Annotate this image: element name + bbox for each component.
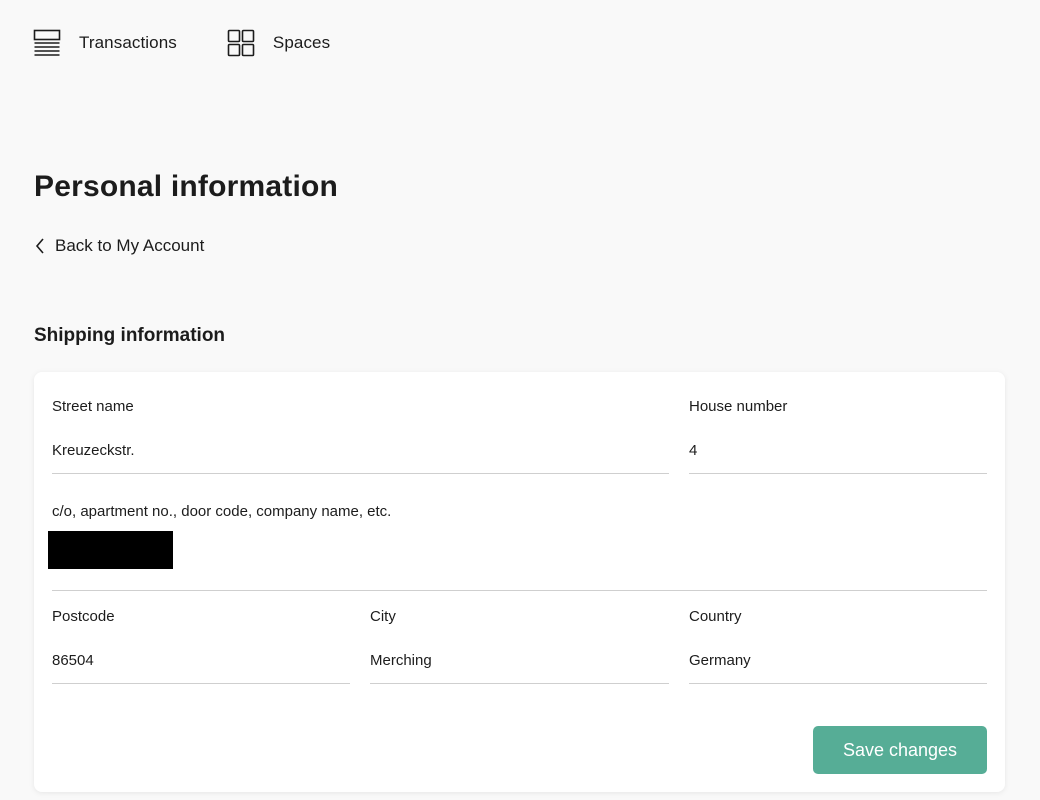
nav-item-transactions[interactable]: Transactions: [32, 27, 177, 59]
postcode-input[interactable]: [52, 652, 350, 684]
page-title: Personal information: [34, 170, 339, 203]
city-field: City: [370, 608, 669, 684]
city-input[interactable]: [370, 652, 669, 684]
address-extra-input[interactable]: [52, 561, 987, 591]
postcode-field: Postcode: [52, 608, 350, 684]
list-icon: [32, 27, 62, 59]
back-link-label: Back to My Account: [55, 236, 205, 255]
country-label: Country: [689, 608, 742, 625]
grid-icon: [226, 27, 256, 59]
house-number-field: House number: [689, 398, 987, 474]
house-number-input[interactable]: [689, 442, 987, 474]
redacted-block: [48, 531, 173, 569]
top-navigation: Transactions Spaces: [32, 26, 330, 60]
street-input[interactable]: [52, 442, 669, 474]
chevron-left-icon: [34, 236, 48, 256]
address-extra-field: c/o, apartment no., door code, company n…: [52, 503, 987, 591]
nav-label-spaces: Spaces: [272, 33, 331, 52]
save-changes-button[interactable]: Save changes: [813, 726, 987, 774]
address-extra-label: c/o, apartment no., door code, company n…: [52, 503, 392, 520]
back-to-account-link[interactable]: Back to My Account: [34, 236, 204, 256]
street-label: Street name: [52, 398, 134, 415]
country-input[interactable]: [689, 652, 987, 684]
postcode-label: Postcode: [52, 608, 115, 625]
house-number-label: House number: [689, 398, 788, 415]
nav-label-transactions: Transactions: [79, 33, 177, 52]
street-field: Street name: [52, 398, 669, 474]
shipping-form-card: Street name House number c/o, apartment …: [34, 372, 1005, 792]
nav-item-spaces[interactable]: Spaces: [226, 27, 330, 59]
country-field: Country: [689, 608, 987, 684]
section-title-shipping: Shipping information: [34, 325, 226, 346]
city-label: City: [370, 608, 396, 625]
